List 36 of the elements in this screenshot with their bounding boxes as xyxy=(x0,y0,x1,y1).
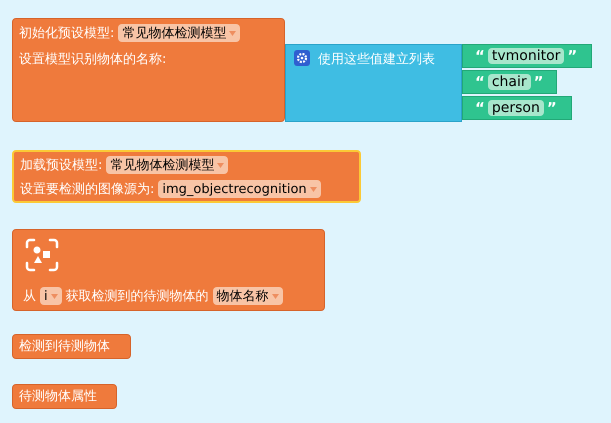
block-label: 检测到待测物体 xyxy=(19,338,111,355)
text-block[interactable]: “ person ” xyxy=(462,96,572,120)
object-detection-icon xyxy=(25,238,59,272)
quote-mark: ” xyxy=(546,99,557,117)
caret-icon xyxy=(217,162,224,168)
caret-icon xyxy=(50,294,58,298)
text-block[interactable]: “ chair ” xyxy=(462,70,557,94)
dropdown[interactable]: 物体名称 xyxy=(212,287,283,305)
settings-icon[interactable] xyxy=(294,50,310,66)
block-label: 初始化预设模型: xyxy=(19,25,114,42)
get-property-block[interactable]: 从 i 获取检测到的待测物体的 物体名称 xyxy=(12,229,325,311)
model-load-block[interactable]: 加载预设模型: 常见物体检测模型 设置要检测的图像源为: img_objectrecognition xyxy=(12,150,361,203)
text-value[interactable]: person xyxy=(488,100,544,116)
text-value[interactable]: tvmonitor xyxy=(488,48,564,64)
model-init-block[interactable]: 初始化预设模型: 常见物体检测模型 设置模型识别物体的名称: xyxy=(12,18,285,122)
text-value[interactable]: chair xyxy=(488,74,531,90)
block-label: 从 xyxy=(23,288,36,305)
quote-mark: “ xyxy=(475,73,485,91)
quote-mark: “ xyxy=(475,99,485,117)
dropdown[interactable]: i xyxy=(40,287,62,305)
dropdown[interactable]: img_objectrecognition xyxy=(158,180,321,198)
caret-icon xyxy=(310,186,317,192)
dropdown[interactable]: 常见物体检测模型 xyxy=(118,24,240,42)
block-label: 加载预设模型: xyxy=(20,157,102,174)
block-label: 设置要检测的图像源为: xyxy=(20,181,154,198)
caret-icon xyxy=(229,30,236,36)
block-label: 使用这些值建立列表 xyxy=(318,51,435,68)
block-label: 获取检测到的待测物体的 xyxy=(66,288,209,305)
caret-icon xyxy=(272,294,279,298)
quote-mark: ” xyxy=(534,73,544,91)
block-label: 待测物体属性 xyxy=(19,388,98,405)
block-label: 设置模型识别物体的名称: xyxy=(19,51,166,68)
text-block[interactable]: “ tvmonitor ” xyxy=(462,44,592,68)
quote-mark: ” xyxy=(567,47,578,65)
quote-mark: “ xyxy=(475,47,485,65)
dropdown[interactable]: 常见物体检测模型 xyxy=(106,156,228,174)
